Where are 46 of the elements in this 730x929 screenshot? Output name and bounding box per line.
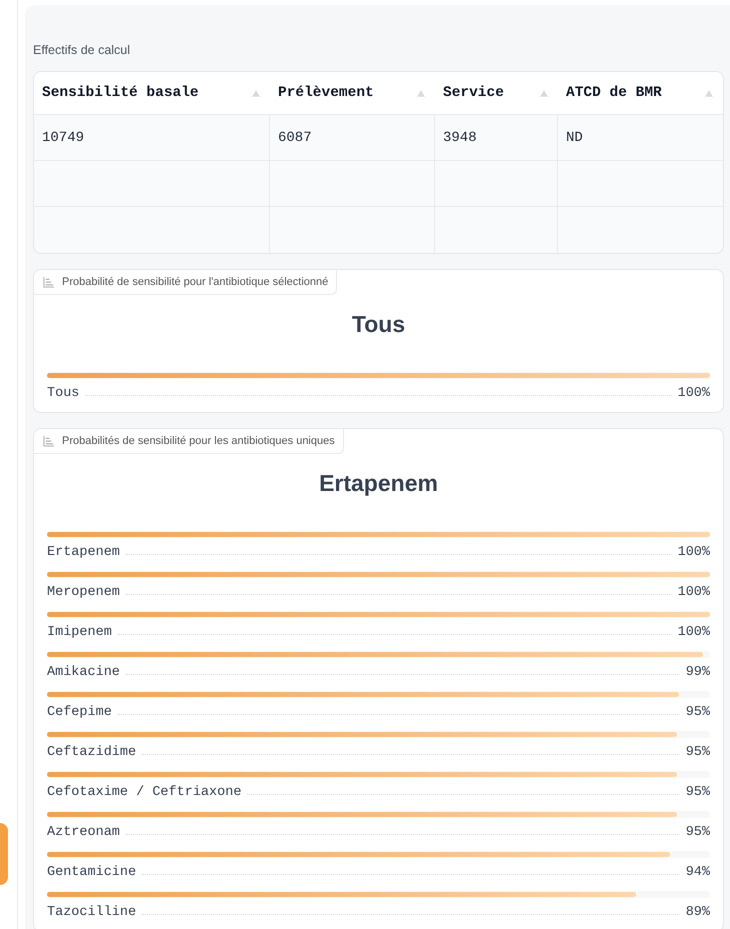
column-header[interactable]: Service [435, 72, 558, 115]
confidence-value: 100% [678, 385, 710, 402]
chart-icon [43, 436, 54, 446]
card-label-text: Probabilités de sensibilité pour les antibiotiques uniques [62, 435, 335, 447]
sort-icon[interactable] [705, 90, 713, 96]
class-name: Aztreonam [47, 824, 120, 841]
class-name: Gentamicine [47, 864, 136, 881]
result-title: Ertapenem [318, 469, 439, 498]
confidence-value: 94% [686, 864, 710, 881]
column-header[interactable]: Sensibilité basale [34, 72, 270, 115]
result-title: Tous [350, 310, 406, 339]
class-name: Cefepime [47, 704, 112, 721]
table-cell: 6087 [270, 115, 435, 161]
class-name: Tazocilline [47, 904, 136, 921]
confidence-value: 100% [678, 624, 710, 641]
class-name: Meropenem [47, 584, 120, 601]
header-text: ATCD de BMR [566, 85, 662, 101]
table-cell: 3948 [435, 115, 558, 161]
class-name: Ertapenem [47, 544, 120, 561]
header-text: Prélèvement [278, 85, 374, 101]
confidence-value: 95% [686, 784, 710, 801]
table-cell: ND [558, 115, 723, 161]
confidence-value: 95% [686, 744, 710, 761]
confidence-value: 89% [686, 904, 710, 921]
class-name: Ceftazidime [47, 744, 136, 761]
button[interactable] [0, 823, 8, 885]
class-name: Tous [47, 385, 80, 402]
class-name: Amikacine [47, 664, 120, 681]
chart-icon [43, 276, 54, 288]
confidence-value: 99% [686, 664, 710, 681]
column-header[interactable]: ATCD de BMR [558, 72, 723, 115]
sort-icon[interactable] [252, 90, 260, 96]
table-label: Effectifs de calcul [33, 43, 132, 57]
table-cell: 10749 [34, 115, 270, 161]
confidence-value: 95% [686, 824, 710, 841]
class-name: Imipenem [47, 624, 112, 641]
card-label-text: Probabilité de sensibilité pour l'antibiotique sélectionné [62, 276, 328, 288]
sort-icon[interactable] [417, 90, 425, 96]
sort-icon[interactable] [540, 90, 548, 96]
confidence-value: 95% [686, 704, 710, 721]
confidence-value: 100% [678, 544, 710, 561]
column-header[interactable]: Prélèvement [270, 72, 435, 115]
class-name: Cefotaxime / Ceftriaxone [47, 784, 242, 801]
confidence-value: 100% [678, 584, 710, 601]
header-text: Service [443, 85, 504, 101]
header-text: Sensibilité basale [42, 85, 199, 101]
